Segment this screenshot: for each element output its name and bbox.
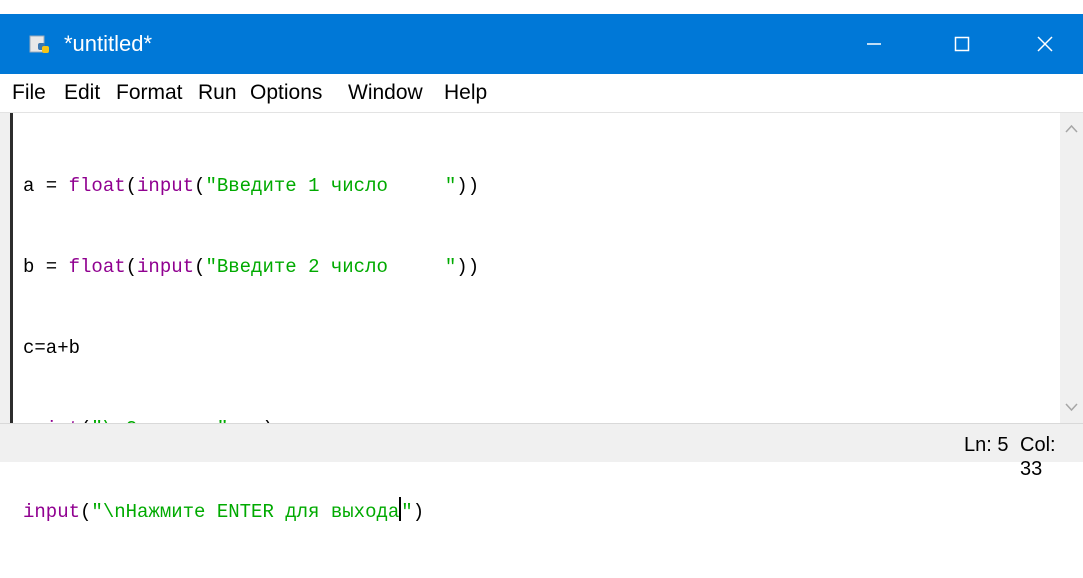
code-string: "Введите 2 число ": [205, 256, 457, 278]
minimize-icon: [867, 43, 881, 45]
maximize-icon: [954, 36, 970, 52]
code-line-2: b = float(input("Введите 2 число ")): [23, 254, 479, 281]
code-token: c=a+b: [23, 337, 81, 359]
code-string: "\nНажмите ENTER для выхода: [91, 501, 400, 523]
scroll-down-icon[interactable]: [1065, 401, 1078, 413]
status-bar: Ln: 5 Col: 33: [0, 423, 1083, 480]
menu-format[interactable]: Format: [114, 80, 185, 106]
title-bar[interactable]: *untitled*: [0, 14, 1083, 74]
maximize-button[interactable]: [918, 14, 1006, 74]
code-token: b =: [23, 256, 69, 278]
python-idle-icon: [28, 34, 52, 56]
code-line-1: a = float(input("Введите 1 число ")): [23, 173, 479, 200]
idle-editor-window: *untitled* File Edit Format Run Options …: [0, 0, 1083, 523]
menu-run[interactable]: Run: [196, 80, 239, 106]
code-keyword: input: [23, 501, 81, 523]
code-token: a =: [23, 175, 69, 197]
menu-window[interactable]: Window: [346, 80, 425, 106]
window-title: *untitled*: [64, 31, 153, 56]
code-line-3: c=a+b: [23, 335, 479, 362]
menu-options[interactable]: Options: [248, 80, 324, 106]
top-strip: [0, 0, 1083, 14]
scroll-up-icon[interactable]: [1065, 123, 1078, 135]
status-line: Ln: 5: [964, 434, 1009, 456]
vertical-scrollbar[interactable]: [1060, 113, 1083, 423]
code-token: (: [194, 256, 206, 278]
code-token: )): [456, 175, 480, 197]
code-text[interactable]: a = float(input("Введите 1 число ")) b =…: [23, 119, 479, 578]
code-string: "Введите 1 число ": [205, 175, 457, 197]
code-string: ": [401, 501, 413, 523]
code-token: ): [412, 501, 425, 523]
code-keyword: float: [68, 256, 126, 278]
code-token: (: [125, 256, 138, 278]
code-keyword: input: [137, 256, 195, 278]
menu-help[interactable]: Help: [442, 80, 489, 106]
close-icon: [1036, 36, 1053, 52]
code-token: )): [456, 256, 480, 278]
status-column: Col: 33: [1020, 434, 1056, 480]
menu-file[interactable]: File: [10, 80, 48, 106]
code-token: (: [194, 175, 206, 197]
menu-edit[interactable]: Edit: [62, 80, 102, 106]
close-button[interactable]: [1006, 14, 1083, 74]
code-line-5: input("\nНажмите ENTER для выхода "): [23, 497, 479, 524]
code-editor[interactable]: a = float(input("Введите 1 число ")) b =…: [10, 113, 1063, 523]
code-keyword: float: [68, 175, 126, 197]
code-keyword: input: [137, 175, 195, 197]
code-token: (: [80, 501, 92, 523]
code-token: (: [125, 175, 138, 197]
menu-bar: File Edit Format Run Options Window Help: [0, 74, 1083, 113]
minimize-button[interactable]: [830, 14, 918, 74]
